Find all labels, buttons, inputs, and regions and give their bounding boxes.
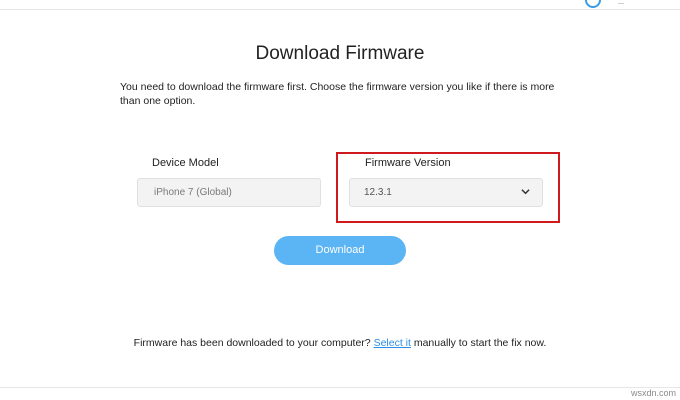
device-model-field: iPhone 7 (Global)	[137, 178, 321, 207]
top-bar-right-edge	[618, 3, 624, 4]
description-text: You need to download the firmware first.…	[120, 81, 555, 107]
device-model-value: iPhone 7 (Global)	[154, 187, 232, 198]
firmware-version-label: Firmware Version	[365, 157, 451, 169]
bottom-divider	[0, 387, 680, 388]
firmware-version-select[interactable]: 12.3.1	[349, 178, 543, 207]
top-bar	[0, 0, 680, 10]
page-title: Download Firmware	[255, 43, 425, 64]
select-it-link[interactable]: Select it	[374, 337, 411, 349]
chevron-down-icon[interactable]	[521, 187, 530, 196]
footer-note: Firmware has been downloaded to your com…	[0, 337, 680, 349]
help-icon[interactable]	[585, 0, 601, 8]
download-button[interactable]: Download	[274, 236, 406, 265]
device-model-label: Device Model	[152, 157, 219, 169]
footer-prefix: Firmware has been downloaded to your com…	[133, 337, 374, 349]
watermark: wsxdn.com	[630, 388, 676, 398]
firmware-version-value: 12.3.1	[364, 187, 392, 198]
footer-suffix: manually to start the fix now.	[410, 337, 547, 349]
